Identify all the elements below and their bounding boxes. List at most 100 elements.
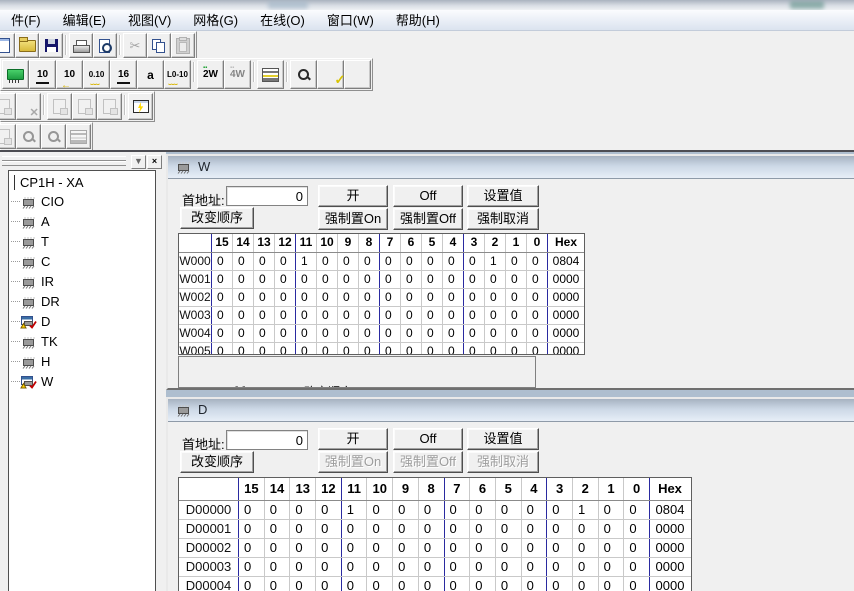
bit-cell[interactable]: 0: [400, 253, 421, 270]
bit-cell[interactable]: 0: [444, 539, 470, 557]
bit-cell[interactable]: 0: [295, 307, 316, 324]
tree-item-a[interactable]: A: [9, 212, 155, 232]
bit-cell[interactable]: 0: [463, 253, 484, 270]
hex-cell[interactable]: 0000: [649, 577, 690, 591]
hex-cell[interactable]: 0000: [547, 307, 584, 324]
tree-item-h[interactable]: H: [9, 352, 155, 372]
bit-cell[interactable]: 0: [358, 289, 379, 306]
bit-cell[interactable]: 0: [421, 307, 442, 324]
bit-cell[interactable]: 0: [484, 271, 505, 288]
bit-cell[interactable]: 0: [421, 253, 442, 270]
d-on-button[interactable]: 开: [318, 428, 388, 450]
zoom-in-button[interactable]: [344, 60, 371, 89]
bit-cell[interactable]: 0: [598, 539, 624, 557]
d-off-button[interactable]: Off: [393, 428, 463, 450]
bit-cell[interactable]: 0: [316, 343, 337, 355]
bit-cell[interactable]: 0: [253, 343, 274, 355]
bit-cell[interactable]: 0: [232, 253, 253, 270]
bit-cell[interactable]: 0: [521, 501, 547, 519]
bit-cell[interactable]: 0: [238, 520, 264, 538]
bit-cell[interactable]: 0: [526, 253, 547, 270]
d-change-order-button[interactable]: 改变顺序: [180, 451, 254, 473]
bit-cell[interactable]: 0: [418, 539, 444, 557]
bit-cell[interactable]: 0: [358, 343, 379, 355]
bit-cell[interactable]: 0: [505, 253, 526, 270]
bit-cell[interactable]: 0: [289, 558, 315, 576]
bit-cell[interactable]: 0: [418, 577, 444, 591]
bit-cell[interactable]: 1: [572, 501, 598, 519]
bit-cell[interactable]: 0: [392, 577, 418, 591]
bit-cell[interactable]: 0: [392, 539, 418, 557]
bit-cell[interactable]: 0: [444, 520, 470, 538]
bit-cell[interactable]: 0: [400, 307, 421, 324]
tree-item-ir[interactable]: IR: [9, 272, 155, 292]
bit-cell[interactable]: 0: [444, 558, 470, 576]
bit-cell[interactable]: 0: [572, 558, 598, 576]
bit-cell[interactable]: 0: [505, 289, 526, 306]
hex-cell[interactable]: 0000: [547, 271, 584, 288]
menu-item-5[interactable]: 窗口(W): [316, 10, 385, 30]
d-force-cancel-button[interactable]: 强制取消: [467, 451, 539, 473]
plc-memory-button[interactable]: [2, 60, 29, 89]
bit-cell[interactable]: 0: [379, 307, 400, 324]
d-set-value-button[interactable]: 设置值: [467, 428, 539, 450]
bit-cell[interactable]: 0: [392, 558, 418, 576]
bit-cell[interactable]: 0: [315, 577, 341, 591]
menu-item-2[interactable]: 视图(V): [117, 10, 182, 30]
w-on-button[interactable]: 开: [318, 185, 388, 207]
bit-cell[interactable]: 0: [289, 577, 315, 591]
bit-cell[interactable]: 0: [315, 558, 341, 576]
d-force-off-button[interactable]: 强制置Off: [393, 451, 463, 473]
signed-decimal-button[interactable]: 10: [56, 60, 83, 89]
bit-cell[interactable]: 0: [358, 271, 379, 288]
print-button[interactable]: [69, 33, 93, 58]
bit-cell[interactable]: 0: [418, 520, 444, 538]
tree-item-tk[interactable]: TK: [9, 332, 155, 352]
bit-cell[interactable]: 0: [264, 577, 290, 591]
bit-cell[interactable]: 0: [444, 577, 470, 591]
bit-cell[interactable]: 0: [505, 271, 526, 288]
bit-cell[interactable]: 0: [400, 343, 421, 355]
bit-cell[interactable]: 0: [264, 539, 290, 557]
dock-close-button[interactable]: ×: [147, 155, 162, 169]
bit-cell[interactable]: 0: [316, 325, 337, 342]
bit-cell[interactable]: 0: [442, 253, 463, 270]
bit-cell[interactable]: 0: [598, 577, 624, 591]
bit-cell[interactable]: 0: [469, 539, 495, 557]
bit-cell[interactable]: 0: [379, 271, 400, 288]
bit-cell[interactable]: 0: [392, 520, 418, 538]
open-file-button[interactable]: [15, 33, 39, 58]
long-float-button[interactable]: L0-10: [164, 60, 191, 89]
bit-cell[interactable]: 0: [469, 501, 495, 519]
bit-cell[interactable]: 0: [337, 343, 358, 355]
bit-cell[interactable]: 0: [421, 289, 442, 306]
bit-cell[interactable]: 0: [526, 289, 547, 306]
bit-cell[interactable]: 0: [463, 307, 484, 324]
bit-cell[interactable]: 0: [341, 520, 367, 538]
w-set-value-button[interactable]: 设置值: [467, 185, 539, 207]
bit-cell[interactable]: 0: [495, 539, 521, 557]
bit-cell[interactable]: 0: [341, 539, 367, 557]
hex-cell[interactable]: 0000: [547, 325, 584, 342]
bit-cell[interactable]: 0: [526, 325, 547, 342]
bit-cell[interactable]: 0: [623, 558, 649, 576]
bit-cell[interactable]: 0: [521, 520, 547, 538]
dock-gripper[interactable]: [2, 161, 126, 166]
w-window-titlebar[interactable]: W: [168, 156, 854, 179]
bit-cell[interactable]: 0: [337, 271, 358, 288]
bit-cell[interactable]: 0: [623, 539, 649, 557]
bit-cell[interactable]: 0: [264, 520, 290, 538]
bit-cell[interactable]: 0: [546, 558, 572, 576]
bit-cell[interactable]: 0: [463, 289, 484, 306]
doc-button[interactable]: [0, 124, 16, 149]
new-file-button[interactable]: [0, 33, 15, 58]
bit-cell[interactable]: 0: [421, 271, 442, 288]
bit-cell[interactable]: 0: [289, 520, 315, 538]
bit-cell[interactable]: 0: [253, 325, 274, 342]
bit-cell[interactable]: 0: [505, 325, 526, 342]
bit-cell[interactable]: 0: [400, 271, 421, 288]
menu-item-0[interactable]: 件(F): [0, 10, 52, 30]
word-4w-button[interactable]: 4W: [224, 60, 251, 89]
bit-cell[interactable]: 0: [442, 343, 463, 355]
bit-cell[interactable]: 0: [444, 501, 470, 519]
